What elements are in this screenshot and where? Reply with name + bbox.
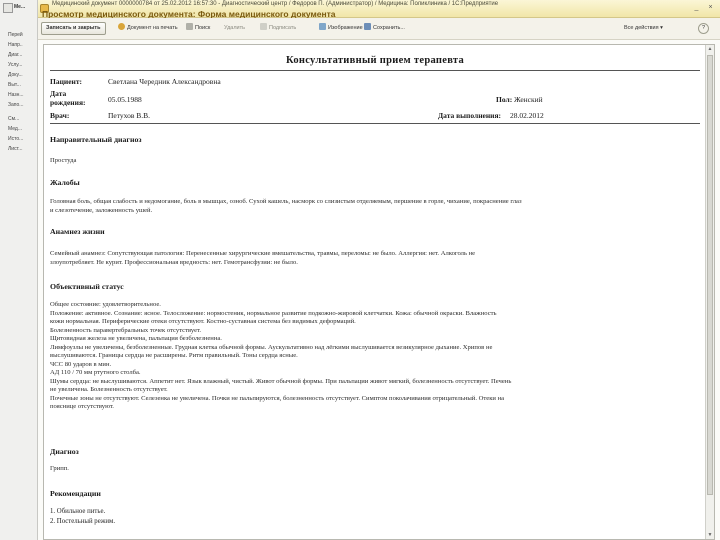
text-line: злоупотребляет. Не курит. Профессиональн… [50,258,298,266]
nav-item-11[interactable]: Исто... [8,136,23,142]
image-label: Изображение [328,25,363,31]
document-window: Медицинский документ 0000000784 от 25.02… [38,0,720,540]
find-label: Поиск [195,25,211,31]
help-button[interactable]: ? [698,23,709,34]
nav-item-0[interactable]: Ме... [14,4,25,10]
recommendations-list: 1. Обильное питье. 2. Постельный режим. [50,507,115,527]
nav-item-3[interactable]: Диаг... [8,52,22,58]
text-line: Лимфоузлы не увеличены, безболезненные. … [50,343,493,351]
nav-item-2[interactable]: Напр.. [8,42,23,48]
nav-item-8[interactable]: Запо... [8,102,23,108]
text-line: АД 110 / 70 мм ртутного столба. [50,369,141,376]
patient-value: Светлана Чередник Александровна [108,77,221,86]
text-line: пояснице отсутствуют. [50,403,114,410]
document-title: Консультативный прием терапевта [285,55,465,66]
print-icon [118,23,125,30]
text-line: Шумы сердца: не выслушиваются. Аппетит н… [50,377,512,385]
nav-item-4[interactable]: Услу... [8,62,22,68]
save-close-label: Записать и закрыть [46,25,101,31]
find-button[interactable]: Поиск [186,22,210,35]
left-nav-panel: Ме... Перей Напр.. Диаг... Услу... Доку.… [0,0,38,540]
date-label: Дата выполнения: [438,111,502,120]
document-body: Консультативный прием терапевта Пациент:… [44,45,706,539]
date-value: 28.02.2012 [510,111,544,120]
birth-value: 05.05.1988 [108,95,142,104]
save-as-button[interactable]: Сохранить... [364,22,405,35]
nav-item-6[interactable]: Выт... [8,82,21,88]
nav-item-12[interactable]: Лист... [8,146,22,152]
sex-value: Женский [514,95,543,104]
text-line: Болезненность паравертебральных точек от… [50,326,202,334]
delete-button[interactable]: Удалить [224,22,245,35]
search-icon [186,23,193,30]
panel-toggle-icon[interactable] [3,3,13,13]
text-line: Простуда [50,157,77,164]
text-line: и слезотечение, заложенность ушей. [50,206,153,214]
section-heading-referral: Направительный диагноз [50,135,142,144]
nav-item-7[interactable]: Назн... [8,92,24,98]
print-view-button[interactable]: Документ на печать [118,22,178,35]
vertical-scrollbar[interactable]: ▲ ▼ [705,45,714,539]
sex-label: Пол: [496,95,513,104]
print-view-label: Документ на печать [127,25,178,31]
document-frame[interactable]: Консультативный прием терапевта Пациент:… [43,44,715,540]
section-text-diagnosis: Грипп. [50,465,698,474]
birth-label-line2: рождения: [50,98,86,107]
text-line: Общее состояние: удовлетворительное. [50,301,161,308]
scroll-up-icon[interactable]: ▲ [706,45,714,53]
window-title: Медицинский документ 0000000784 от 25.02… [52,1,499,7]
delete-label: Удалить [224,25,245,31]
text-line: выслушиваются. Границы сердца не расшире… [50,352,298,359]
text-line: не увеличена. Болезненность отсутствует. [50,386,168,393]
doctor-value: Петухов В.В. [108,111,151,120]
doctor-label: Врач: [50,111,70,120]
text-line: кожи нормальная. Периферические отеки от… [50,318,356,325]
image-button[interactable]: Изображение [319,22,363,35]
pen-icon [260,23,267,30]
sign-button[interactable]: Подписать [260,22,296,35]
section-text-referral: Простуда [50,157,698,166]
text-line: Головная боль, общая слабость и недомога… [50,198,522,205]
all-actions-label: Все действия [624,25,659,31]
text-line: Семейный анамнез: Сопутствующая патологи… [50,250,476,257]
section-heading-diagnosis: Диагноз [50,447,79,456]
section-heading-recommendations: Рекомендации [50,489,101,498]
nav-item-1[interactable]: Перей [8,32,23,38]
birth-label-line1: Дата [50,89,67,98]
title-rule [50,70,700,71]
scroll-down-icon[interactable]: ▼ [706,531,714,539]
help-icon: ? [701,25,706,31]
close-icon[interactable]: × [706,3,715,12]
header-rule [50,123,700,124]
section-text-life-history: Семейный анамнез: Сопутствующая патологи… [50,250,698,267]
patient-label: Пациент: [50,77,83,86]
all-actions-button[interactable]: Все действия ▾ [624,22,663,35]
text-line: ЧСС 80 ударов в мин. [50,360,112,368]
section-heading-complaints: Жалобы [50,178,80,187]
image-icon [319,23,326,30]
section-heading-objective: Объективный статус [50,282,124,291]
nav-item-9[interactable]: См... [8,116,19,122]
text-line: Положение: активное. Сознание: ясное. Те… [50,309,497,317]
scroll-thumb[interactable] [707,55,713,495]
text-line: Грипп. [50,465,69,472]
section-text-objective: Общее состояние: удовлетворительное. Пол… [50,301,698,412]
section-text-complaints: Головная боль, общая слабость и недомога… [50,198,698,215]
nav-item-5[interactable]: Доку... [8,72,23,78]
text-line: Почечные зоны не отсутствуют. Селезенка … [50,394,505,402]
save-close-button[interactable]: Записать и закрыть [41,22,106,35]
section-heading-life-history: Анамнез жизни [50,227,105,236]
nav-item-10[interactable]: Мед... [8,126,22,132]
save-icon [364,23,371,30]
list-item: 2. Постельный режим. [50,518,116,525]
save-as-label: Сохранить... [373,25,405,31]
text-line: Щитовидная железа не увеличена, пальпаци… [50,335,222,342]
sign-label: Подписать [269,25,297,31]
minimize-icon[interactable]: _ [692,3,701,12]
form-toolbar: Записать и закрыть Документ на печать По… [38,18,720,40]
list-item: 1. Обильное питье. [50,508,106,515]
